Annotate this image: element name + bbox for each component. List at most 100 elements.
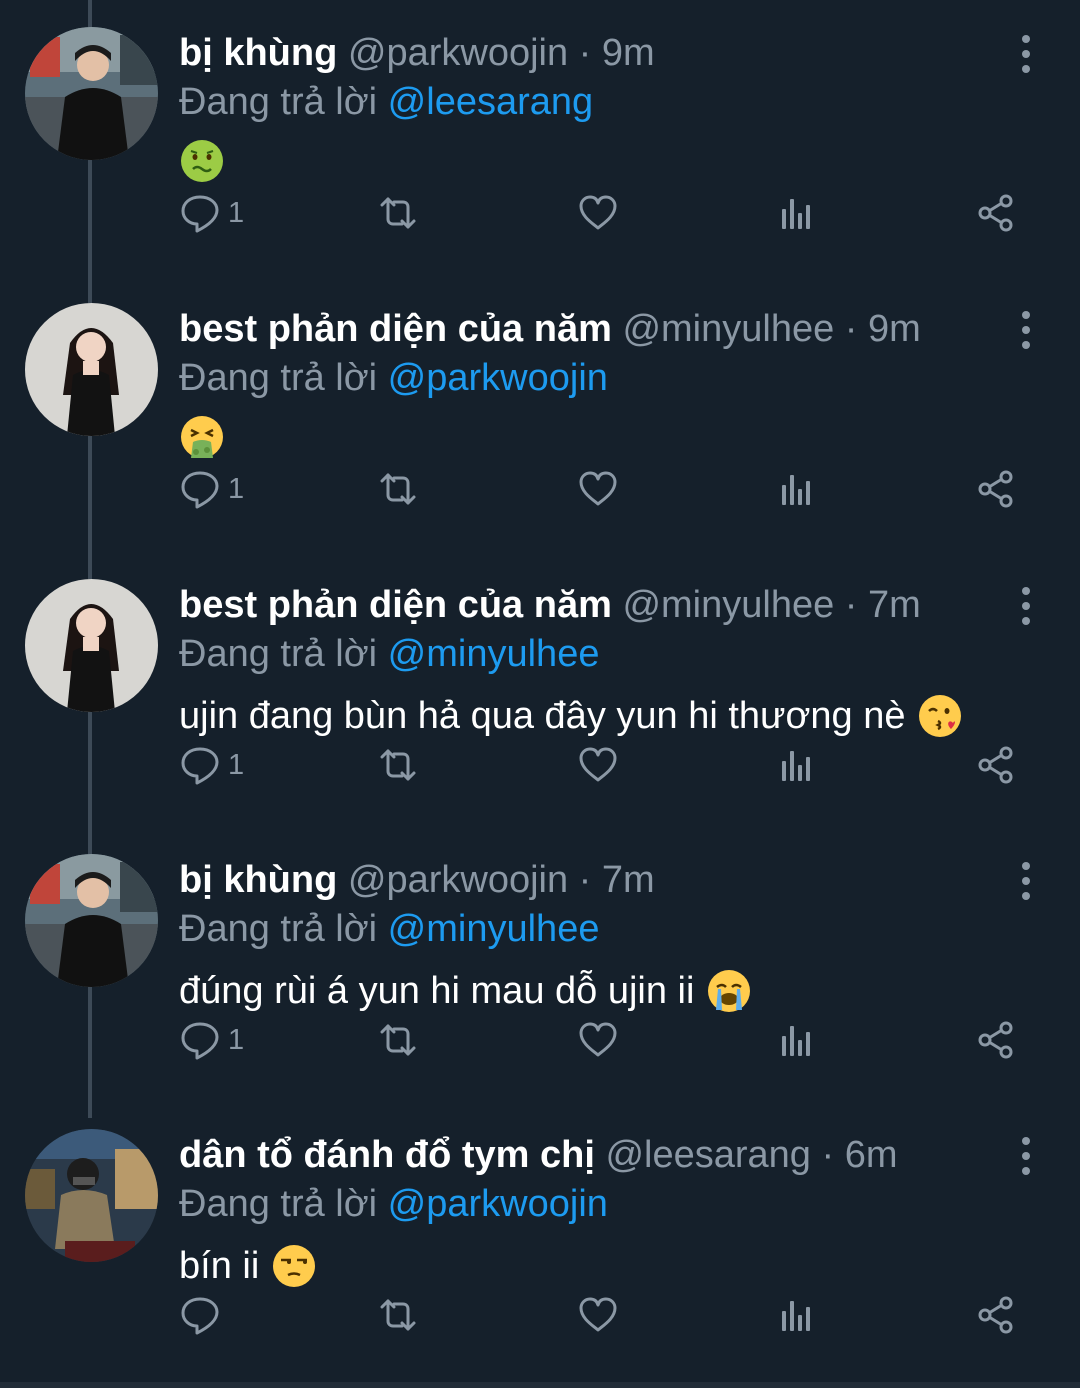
timestamp[interactable]: 7m [868, 584, 921, 626]
retweet-icon [378, 469, 418, 509]
retweet-button[interactable] [378, 1017, 418, 1063]
avatar[interactable] [25, 1129, 158, 1262]
timestamp[interactable]: 6m [845, 1134, 898, 1176]
views-button[interactable] [778, 190, 818, 236]
username[interactable]: @parkwoojin [348, 32, 568, 74]
timestamp[interactable]: 9m [868, 308, 921, 350]
replying-to: Đang trả lời @parkwoojin [179, 355, 608, 401]
display-name[interactable]: best phản diện của năm [179, 584, 612, 626]
bottom-divider [0, 1382, 1080, 1388]
tweet-text-content: đúng rùi á yun hi mau dỗ ujin ii [179, 970, 695, 1012]
share-button[interactable] [976, 466, 1016, 512]
more-icon[interactable] [1008, 1134, 1044, 1178]
reply-count: 1 [228, 1023, 245, 1056]
share-button[interactable] [976, 1292, 1016, 1338]
display-name[interactable]: dân tổ đánh đổ tym chị [179, 1134, 595, 1176]
display-name[interactable]: bị khùng [179, 32, 337, 74]
replying-to: Đang trả lời @leesarang [179, 79, 593, 125]
views-icon [778, 1020, 818, 1060]
reply-button[interactable]: 1 [180, 190, 244, 236]
retweet-button[interactable] [378, 190, 418, 236]
separator-dot: · [578, 859, 592, 901]
avatar[interactable] [25, 27, 158, 160]
reply-button[interactable]: 1 [180, 742, 244, 788]
reply-mention-link[interactable]: @parkwoojin [388, 357, 608, 399]
tweet[interactable]: bị khùng @parkwoojin · 9m Đang trả lời @l… [0, 0, 1080, 276]
reply-mention-link[interactable]: @minyulhee [388, 633, 600, 675]
username[interactable]: @minyulhee [622, 308, 834, 350]
views-button[interactable] [778, 742, 818, 788]
share-icon [976, 193, 1016, 233]
tweet-header: bị khùng @parkwoojin · 7m [179, 857, 655, 903]
unamused-face-emoji-icon [271, 1243, 317, 1289]
tweet-text-content: bín ii [179, 1245, 260, 1287]
views-button[interactable] [778, 1017, 818, 1063]
vomiting-face-emoji-icon [179, 414, 225, 460]
reply-mention-link[interactable]: @parkwoojin [388, 1183, 608, 1225]
nauseated-face-emoji-icon [179, 138, 225, 184]
views-icon [778, 745, 818, 785]
replying-label: Đang trả lời [179, 908, 378, 950]
reply-button[interactable]: 1 [180, 466, 244, 512]
more-icon[interactable] [1008, 859, 1044, 903]
reply-button[interactable]: 1 [180, 1017, 244, 1063]
avatar[interactable] [25, 854, 158, 987]
reply-button[interactable] [180, 1292, 228, 1338]
like-button[interactable] [578, 1017, 618, 1063]
reply-icon [180, 469, 220, 509]
tweet-text: đúng rùi á yun hi mau dỗ ujin ii [179, 965, 752, 1017]
reply-icon [180, 193, 220, 233]
tweet[interactable]: best phản diện của năm @minyulhee · 9m Đa… [0, 276, 1080, 552]
tweet-header: bị khùng @parkwoojin · 9m [179, 30, 655, 76]
like-button[interactable] [578, 466, 618, 512]
reply-count: 1 [228, 472, 245, 505]
separator-dot: · [844, 308, 858, 350]
tweet-header: dân tổ đánh đổ tym chị @leesarang · 6m [179, 1132, 898, 1178]
reply-thread: bị khùng @parkwoojin · 9m Đang trả lời @l… [0, 0, 1080, 1388]
views-icon [778, 469, 818, 509]
avatar[interactable] [25, 579, 158, 712]
share-button[interactable] [976, 1017, 1016, 1063]
retweet-icon [378, 193, 418, 233]
avatar[interactable] [25, 303, 158, 436]
kissing-face-heart-emoji-icon [917, 693, 963, 739]
retweet-button[interactable] [378, 466, 418, 512]
display-name[interactable]: bị khùng [179, 859, 337, 901]
replying-to: Đang trả lời @minyulhee [179, 631, 599, 677]
retweet-button[interactable] [378, 742, 418, 788]
tweet[interactable]: bị khùng @parkwoojin · 7m Đang trả lời @m… [0, 827, 1080, 1103]
reply-icon [180, 1295, 220, 1335]
tweet-actions: 1 [0, 1017, 1080, 1063]
username[interactable]: @parkwoojin [348, 859, 568, 901]
like-button[interactable] [578, 1292, 618, 1338]
more-icon[interactable] [1008, 584, 1044, 628]
share-icon [976, 1295, 1016, 1335]
tweet[interactable]: best phản diện của năm @minyulhee · 7m Đa… [0, 552, 1080, 828]
reply-mention-link[interactable]: @minyulhee [388, 908, 600, 950]
like-icon [578, 469, 618, 509]
reply-mention-link[interactable]: @leesarang [388, 81, 593, 123]
views-button[interactable] [778, 1292, 818, 1338]
views-button[interactable] [778, 466, 818, 512]
tweet-text: ujin đang bùn hả qua đây yun hi thương n… [179, 690, 963, 742]
tweet-text [179, 138, 225, 184]
replying-to: Đang trả lời @minyulhee [179, 906, 599, 952]
username[interactable]: @minyulhee [622, 584, 834, 626]
tweet[interactable]: dân tổ đánh đổ tym chị @leesarang · 6m Đa… [0, 1102, 1080, 1378]
share-button[interactable] [976, 742, 1016, 788]
replying-label: Đang trả lời [179, 81, 378, 123]
retweet-button[interactable] [378, 1292, 418, 1338]
display-name[interactable]: best phản diện của năm [179, 308, 612, 350]
username[interactable]: @leesarang [605, 1134, 810, 1176]
share-button[interactable] [976, 190, 1016, 236]
more-icon[interactable] [1008, 308, 1044, 352]
tweet-text-content: ujin đang bùn hả qua đây yun hi thương n… [179, 695, 906, 737]
like-icon [578, 1295, 618, 1335]
more-icon[interactable] [1008, 32, 1044, 76]
tweet-actions: 1 [0, 466, 1080, 512]
timestamp[interactable]: 9m [602, 32, 655, 74]
like-button[interactable] [578, 742, 618, 788]
timestamp[interactable]: 7m [602, 859, 655, 901]
like-icon [578, 1020, 618, 1060]
like-button[interactable] [578, 190, 618, 236]
